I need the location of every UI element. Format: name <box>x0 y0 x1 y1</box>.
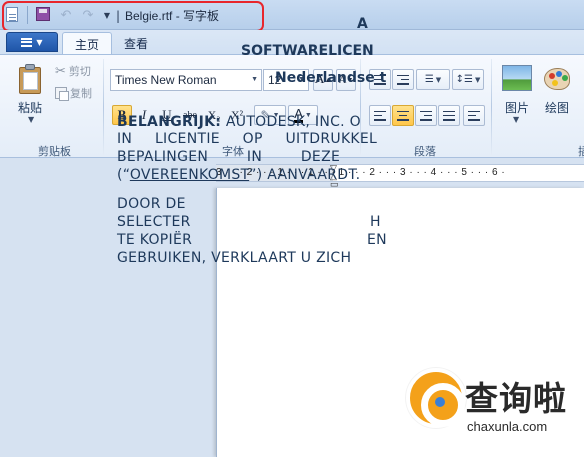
scissors-icon: ✂ <box>55 63 66 79</box>
tab-view[interactable]: 查看 <box>112 32 160 54</box>
paste-icon[interactable] <box>17 63 45 95</box>
chevron-down-icon: ▼ <box>36 37 43 47</box>
line-spacing-icon: ↕☰ <box>455 74 473 85</box>
title-bar: ↶ ↷ ▼ | Belgie.rtf - 写字板 <box>0 0 584 32</box>
align-left-icon <box>374 110 386 121</box>
align-left-button[interactable] <box>369 105 391 126</box>
chevron-down-icon: ▼ <box>474 75 481 84</box>
clipboard-group-label: 剪贴板 <box>38 145 71 158</box>
picture-button-label[interactable]: 图片 <box>505 99 529 116</box>
paste-button-label[interactable]: 粘贴 <box>18 99 42 116</box>
watermark-url: chaxunla.com <box>467 419 548 434</box>
paint-drawing-icon[interactable] <box>542 64 572 92</box>
align-right-icon <box>420 110 432 121</box>
font-family-select[interactable]: Times New Roman ▼ <box>110 69 262 91</box>
doc-line: IN LICENTIE OP UITDRUKKEL <box>117 131 378 147</box>
app-menu-button[interactable]: ▼ <box>6 32 58 52</box>
copy-button[interactable]: 复制 <box>55 85 92 101</box>
increase-indent-button[interactable] <box>392 69 414 90</box>
watermark-brand: 查询啦 <box>465 379 567 418</box>
doc-line: BELANGRIJK: AUTODESK, INC. O <box>117 114 361 130</box>
justify-button[interactable] <box>438 105 460 126</box>
picture-icon[interactable] <box>502 65 532 91</box>
doc-line: BEPALINGEN IN DEZE <box>117 149 341 165</box>
group-divider <box>103 59 104 155</box>
paint-drawing-label[interactable]: 绘图 <box>545 99 569 116</box>
cut-label: 剪切 <box>68 65 91 78</box>
doc-line: GEBRUIKEN, VERKLAART U ZICH <box>117 250 352 266</box>
paragraph-dialog-button[interactable] <box>463 105 485 126</box>
align-right-button[interactable] <box>415 105 437 126</box>
align-center-icon <box>397 110 409 121</box>
chevron-down-icon: ▼ <box>435 75 442 84</box>
list-button[interactable]: ☰ ▼ <box>416 69 450 90</box>
doc-line: DOOR DE <box>117 196 186 212</box>
doc-heading-2: SOFTWARELICEN <box>241 43 374 59</box>
indent-icon <box>397 74 409 85</box>
insert-group-label: 插 <box>578 145 584 158</box>
cut-button[interactable]: ✂ 剪切 <box>55 63 91 79</box>
align-center-button[interactable] <box>392 105 414 126</box>
watermark-logo-icon <box>406 368 466 428</box>
doc-line: SELECTER H <box>117 214 381 230</box>
copy-icon <box>55 87 69 101</box>
bullet-list-icon: ☰ <box>424 74 434 85</box>
chevron-down-icon: ▼ <box>251 76 258 83</box>
menu-icon <box>21 37 33 47</box>
annotation-highlight-box <box>2 1 264 32</box>
tab-home[interactable]: 主页 <box>62 32 113 54</box>
line-spacing-button[interactable]: ↕☰ ▼ <box>452 69 484 90</box>
doc-line: (“OVEREENKOMST”) AANVAARDT. <box>117 167 361 183</box>
picture-chevron-down-icon[interactable]: ▼ <box>513 115 519 124</box>
doc-heading-3: Nederlandse t <box>275 70 387 86</box>
paragraph-group-label: 段落 <box>414 145 436 158</box>
justify-icon <box>443 110 455 121</box>
paragraph-icon <box>468 110 480 121</box>
copy-label: 复制 <box>70 87 92 100</box>
paste-chevron-down-icon[interactable]: ▼ <box>28 115 34 124</box>
doc-line: TE KOPIËR EN <box>117 232 387 248</box>
group-divider <box>491 59 492 155</box>
font-family-value: Times New Roman <box>115 73 217 87</box>
doc-heading-1: A <box>357 16 368 32</box>
